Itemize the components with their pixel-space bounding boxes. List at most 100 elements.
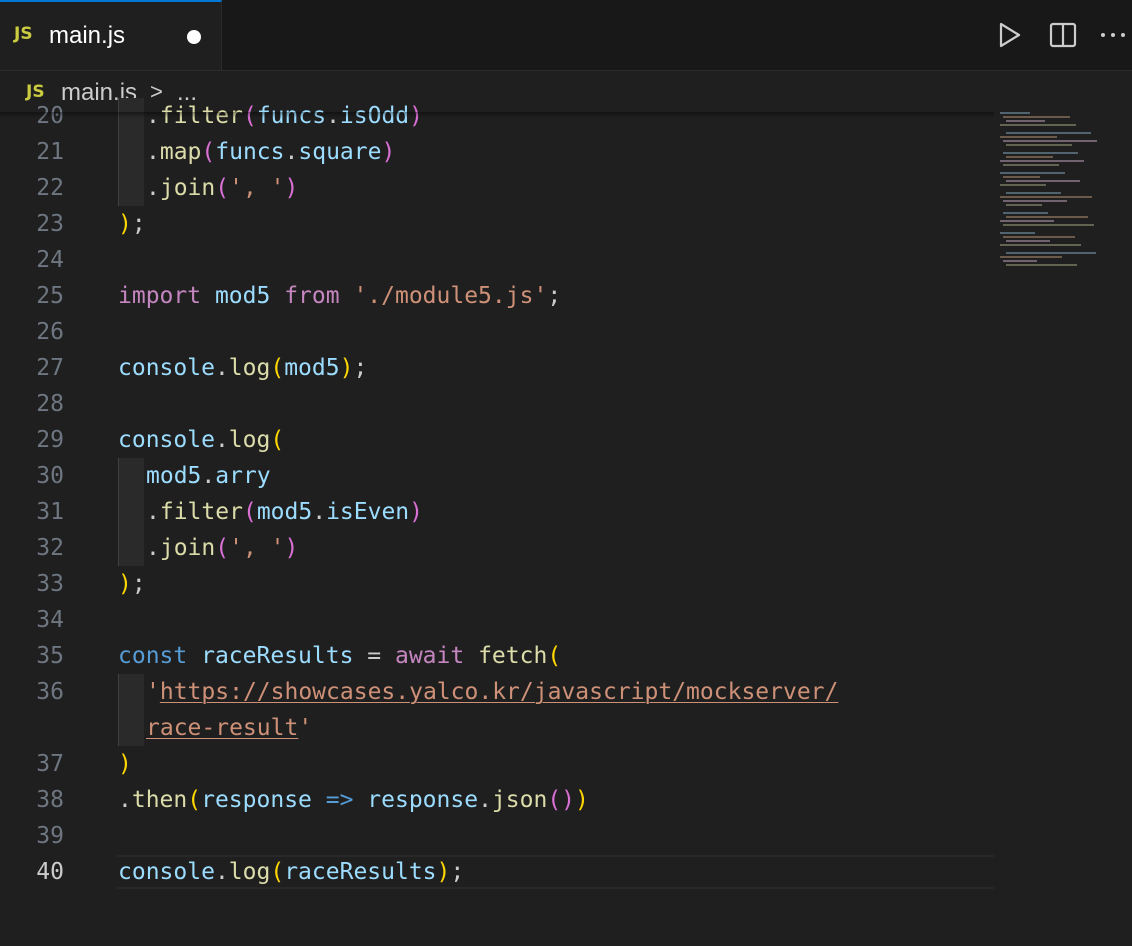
code-line[interactable]: 35 const raceResults = await fetch(	[0, 638, 994, 674]
line-number: 27	[36, 355, 64, 381]
code-token: console	[118, 859, 215, 885]
code-line[interactable]: 36 'https://showcases.yalco.kr/javascript…	[0, 674, 994, 710]
code-line[interactable]: 22 .join(', ')	[0, 170, 994, 206]
code-line[interactable]: 33);	[0, 566, 994, 602]
indent-guide	[118, 530, 144, 566]
code-token: import	[118, 283, 215, 309]
code-token: ;	[131, 211, 146, 237]
code-line[interactable]: 34	[0, 602, 994, 638]
line-number: 31	[36, 499, 64, 525]
code-line[interactable]: 29 console.log(	[0, 422, 994, 458]
code-line[interactable]: 30 mod5.arry	[0, 458, 994, 494]
code-line[interactable]: 24	[0, 242, 994, 278]
code-token: )	[284, 535, 299, 561]
indent-guide	[118, 710, 144, 746]
line-number: 23	[36, 211, 64, 237]
code-token: map	[159, 139, 202, 165]
javascript-file-icon: JS	[14, 24, 33, 44]
code-token: )	[561, 787, 576, 813]
code-token: json	[491, 787, 548, 813]
line-number: 39	[36, 823, 64, 849]
code-token: square	[298, 139, 382, 165]
line-number: 25	[36, 283, 64, 309]
code-line[interactable]: 25 import mod5 from './module5.js';	[0, 278, 994, 314]
code-token: )	[118, 211, 132, 237]
indent-guide	[118, 674, 144, 710]
minimap-line	[1000, 232, 1035, 234]
code-line[interactable]: 32 .join(', ')	[0, 530, 994, 566]
line-number: 22	[36, 175, 64, 201]
code-token: arry	[215, 463, 271, 489]
line-number: 24	[36, 247, 64, 273]
code-token: log	[228, 355, 271, 381]
code-text: .join(', ')	[146, 530, 298, 566]
code-token: .	[284, 139, 299, 165]
code-token: =>	[325, 787, 368, 813]
minimap-line	[1000, 244, 1081, 246]
code-line[interactable]: 40 console.log(raceResults);	[0, 854, 994, 890]
code-editor[interactable]: 20.filter(funcs.isOdd)21.map(funcs.squar…	[0, 98, 994, 946]
code-token: (	[187, 787, 202, 813]
minimap-line	[1003, 140, 1097, 142]
more-actions-icon[interactable]	[1100, 20, 1128, 50]
minimap-line	[1003, 152, 1078, 154]
code-token: funcs	[215, 139, 285, 165]
code-token: )	[381, 139, 396, 165]
tab-label: main.js	[49, 22, 126, 49]
minimap-line	[1003, 212, 1048, 214]
code-token: raceResults	[284, 859, 437, 885]
tab-main-js[interactable]: JS main.js	[0, 0, 222, 70]
code-text: console.log(raceResults);	[118, 854, 464, 890]
split-editor-icon[interactable]	[1049, 20, 1077, 50]
code-token: =	[367, 643, 395, 669]
code-line[interactable]: 38 .then(response => response.json())	[0, 782, 994, 818]
code-token: .	[146, 139, 160, 165]
code-token: const	[118, 643, 202, 669]
minimap-line	[1000, 256, 1062, 258]
code-token: )	[339, 355, 354, 381]
code-token: await	[394, 643, 479, 669]
code-line[interactable]: 37)	[0, 746, 994, 782]
code-text: );	[118, 566, 146, 602]
code-line[interactable]: 23);	[0, 206, 994, 242]
code-token: .	[201, 463, 216, 489]
minimap-line	[1006, 144, 1072, 146]
play-icon[interactable]	[996, 20, 1024, 50]
unsaved-changes-icon[interactable]	[187, 30, 201, 44]
code-token: )	[409, 499, 424, 525]
code-token: raceResults	[201, 643, 368, 669]
line-number: 26	[36, 319, 64, 345]
code-token: response	[201, 787, 326, 813]
code-line[interactable]: 21 .map(funcs.square)	[0, 134, 994, 170]
code-token: https://showcases.yalco.kr/javascript/mo…	[159, 679, 839, 705]
minimap-line	[1006, 240, 1050, 242]
code-line[interactable]: race-result'	[0, 710, 994, 746]
line-number: 30	[36, 463, 64, 489]
line-number: 35	[36, 643, 64, 669]
code-line[interactable]: 39	[0, 818, 994, 854]
scroll-shadow	[0, 112, 994, 118]
code-token: )	[284, 175, 299, 201]
code-token: response	[367, 787, 479, 813]
minimap[interactable]	[1000, 112, 1110, 282]
code-token: .	[146, 499, 160, 525]
code-text: 'https://showcases.yalco.kr/javascript/m…	[146, 674, 838, 710]
code-token: (	[547, 643, 562, 669]
code-token: ;	[353, 355, 368, 381]
code-text: .map(funcs.square)	[146, 134, 395, 170]
minimap-line	[1003, 116, 1070, 118]
code-line[interactable]: 28	[0, 386, 994, 422]
line-number: 40	[36, 859, 64, 885]
code-line[interactable]: 26	[0, 314, 994, 350]
code-token: .	[214, 859, 229, 885]
code-token: mod5	[284, 355, 340, 381]
code-text: .join(', ')	[146, 170, 298, 206]
line-number: 29	[36, 427, 64, 453]
code-line[interactable]: 27 console.log(mod5);	[0, 350, 994, 386]
code-text: mod5.arry	[146, 458, 271, 494]
indent-guide	[118, 134, 144, 170]
indent-guide	[118, 458, 144, 494]
code-token: ', '	[229, 175, 285, 201]
code-line[interactable]: 31 .filter(mod5.isEven)	[0, 494, 994, 530]
code-token: .	[478, 787, 492, 813]
